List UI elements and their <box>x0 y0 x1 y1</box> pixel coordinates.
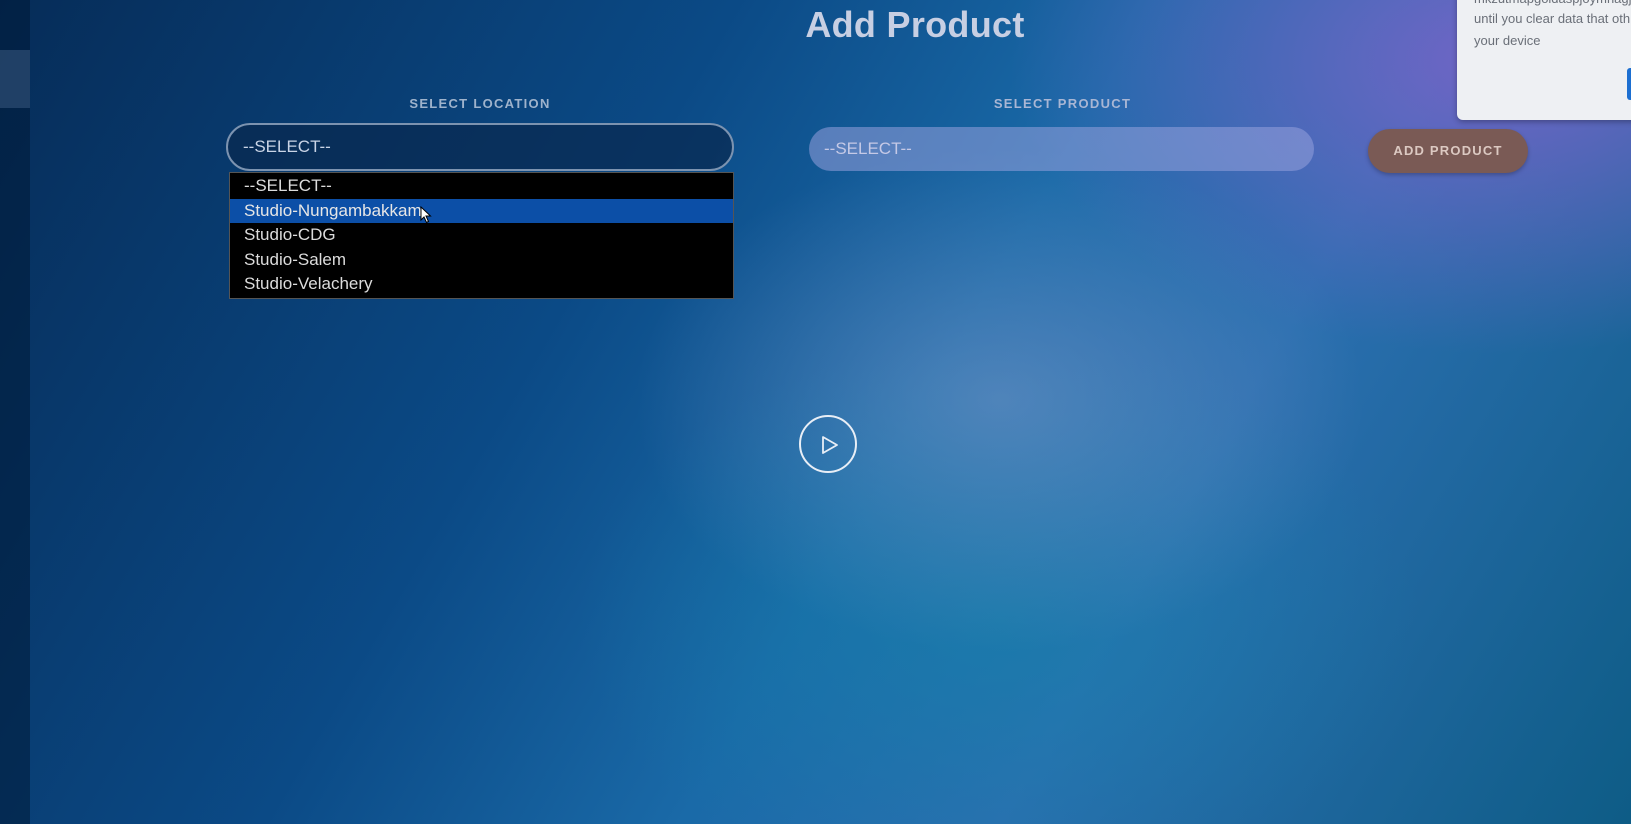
add-product-button[interactable]: ADD PRODUCT <box>1368 129 1528 173</box>
sidebar-strip <box>0 0 30 824</box>
product-select[interactable]: --SELECT-- <box>809 127 1314 171</box>
notice-text-line: your device <box>1474 33 1541 48</box>
browser-notice-popup: mkzutmapgoldaspjoymnagj until you clear … <box>1457 0 1631 120</box>
sidebar-tab[interactable] <box>0 50 30 108</box>
dropdown-option-salem[interactable]: Studio-Salem <box>230 248 733 273</box>
location-dropdown-list: --SELECT-- Studio-Nungambakkam Studio-CD… <box>229 172 734 299</box>
location-label: SELECT LOCATION <box>409 96 551 111</box>
dropdown-option-velachery[interactable]: Studio-Velachery <box>230 272 733 297</box>
dropdown-option-select[interactable]: --SELECT-- <box>230 174 733 199</box>
page-title: Add Product <box>805 4 1025 45</box>
play-icon <box>822 436 838 454</box>
location-select[interactable]: --SELECT-- <box>226 123 734 171</box>
notice-action-button[interactable] <box>1627 68 1631 100</box>
mouse-cursor-icon <box>420 206 432 224</box>
play-button[interactable] <box>799 415 857 473</box>
notice-text-line: mkzutmapgoldaspjoymnagj <box>1474 0 1631 6</box>
dropdown-option-cdg[interactable]: Studio-CDG <box>230 223 733 248</box>
product-label: SELECT PRODUCT <box>993 96 1132 111</box>
notice-text-line: until you clear data that oth <box>1474 11 1631 26</box>
dropdown-option-nungambakkam[interactable]: Studio-Nungambakkam <box>230 198 733 223</box>
